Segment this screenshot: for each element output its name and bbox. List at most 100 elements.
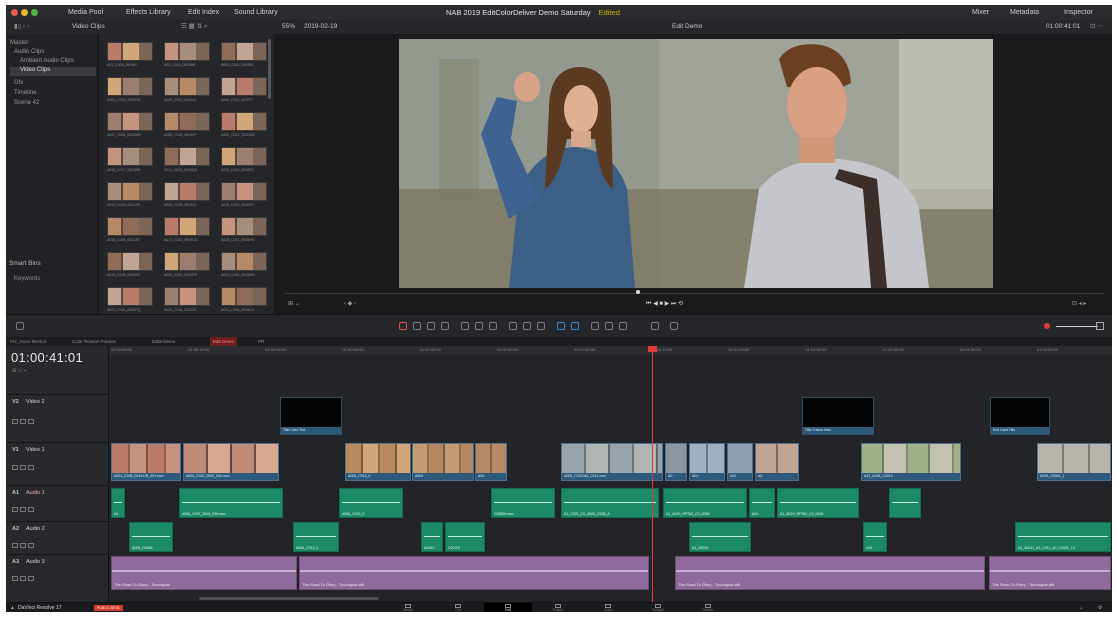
track-header-a3[interactable]: A3 Audio 3 [6, 554, 109, 594]
v1-clip[interactable]: A006_C013_0 [345, 443, 411, 481]
v1-clip[interactable]: A006_C021046_C011.mov [561, 443, 663, 481]
page-cut[interactable]: Cut [434, 603, 482, 612]
v1-clip[interactable]: A006 [412, 443, 474, 481]
clip-thumbnail[interactable] [221, 77, 267, 96]
pool-sort-icons[interactable]: ☰ ▦ ⇅ ⌕ [181, 20, 207, 34]
settings-gear-icon[interactable]: ⚙ [1098, 603, 1102, 612]
track-header-v1[interactable]: V1 Video 1 [6, 442, 109, 485]
viewer-scrub-handle[interactable] [636, 290, 640, 294]
clip-thumbnail[interactable] [107, 42, 153, 61]
insert-clip-icon[interactable] [461, 322, 469, 330]
bin-ambient-audio[interactable]: Ambient Audio Clips [20, 58, 74, 64]
snapping-icon[interactable] [509, 322, 517, 330]
v1-clip[interactable]: A006_C021_0520_006.mov [183, 443, 279, 481]
track-header-a2[interactable]: A2 Audio 2 [6, 521, 109, 554]
timeline-tab-edit-demo[interactable]: Edit Demo [210, 337, 238, 346]
a2-clip[interactable]: A04 [863, 522, 887, 552]
video-frame[interactable] [399, 39, 993, 288]
zoom-in-icon[interactable] [670, 322, 678, 330]
a2-clip[interactable]: C00 E5 [445, 522, 485, 552]
playhead[interactable] [652, 346, 653, 602]
a1-clip[interactable]: A1_A019_SPTA2_C0_0006 [777, 488, 859, 518]
maximize-window-icon[interactable] [31, 9, 38, 16]
a2-clip[interactable]: A006_C013_0 [293, 522, 339, 552]
viewer-scrub-bar[interactable] [284, 293, 1104, 294]
page-fusion[interactable]: Fusion [534, 603, 582, 612]
zoom-out-icon[interactable] [651, 322, 659, 330]
v1-clip[interactable]: A01 [727, 443, 753, 481]
page-fairlight[interactable]: Fairlight [634, 603, 682, 612]
blade-tool-icon[interactable] [441, 322, 449, 330]
inspector-tab[interactable]: Inspector [1064, 5, 1093, 20]
clip-thumbnail[interactable] [221, 182, 267, 201]
clip-thumbnail[interactable] [164, 182, 210, 201]
overwrite-clip-icon[interactable] [475, 322, 483, 330]
bin-video-clips[interactable]: Video Clips [10, 67, 96, 76]
bin-master[interactable]: Master [10, 40, 28, 46]
a1-clip[interactable]: A1_C021_C0_A006_C008_A [561, 488, 659, 518]
media-pool-scrollbar[interactable] [268, 39, 271, 99]
page-media[interactable]: Media [384, 603, 432, 612]
effects-library-tab[interactable]: Effects Library [126, 5, 171, 20]
v2-clip[interactable]: Title Card Text [280, 397, 342, 435]
clip-thumbnail[interactable] [164, 77, 210, 96]
bin-scene-42[interactable]: Scene 42 [14, 100, 39, 106]
clip-thumbnail[interactable] [107, 182, 153, 201]
dynamic-trim-icon[interactable] [427, 322, 435, 330]
viewer-layout-icon[interactable]: ⊞ ⌄ [288, 300, 300, 307]
clip-thumbnail[interactable] [164, 112, 210, 131]
flag-icon[interactable] [557, 322, 565, 330]
timeline-ruler[interactable]: 01:00:00:00 01:00:10:00 01:00:20:00 01:00:3… [109, 346, 1112, 355]
v1-clip[interactable]: A04 [475, 443, 507, 481]
v1-clip[interactable]: A0 [665, 443, 687, 481]
a2-clip[interactable]: A1_A0011_A0_C011_A0_C0001_13 [1015, 522, 1111, 552]
a1-clip[interactable]: C00500.mov [491, 488, 555, 518]
v1-clip[interactable]: A005_C0004_1 [1037, 443, 1111, 481]
linked-selection-icon[interactable] [523, 322, 531, 330]
smart-bins-header[interactable]: Smart Bins [9, 260, 41, 267]
a3-music-clip[interactable]: The Road To Glory - Tourniquet.aiff [989, 556, 1111, 590]
track-controls-v2[interactable] [12, 411, 42, 424]
a1-clip[interactable]: A1_A019_SPTA2_C0_0006 [663, 488, 747, 518]
bin-timeline[interactable]: Timeline [14, 90, 36, 96]
track-header-a1[interactable]: A1 Audio 1 [6, 485, 109, 521]
timeline-scrollbar[interactable] [199, 597, 379, 600]
clip-thumbnail[interactable] [164, 252, 210, 271]
trim-tool-icon[interactable] [413, 322, 421, 330]
minimize-window-icon[interactable] [21, 9, 28, 16]
viewer-jog-icon[interactable]: ‹ ◆ › [344, 300, 356, 307]
timeline-tab-pre-gone[interactable]: Pre_Gone Reshot [10, 337, 46, 346]
v2-clip[interactable]: Title Fusion Intro [802, 397, 874, 435]
current-bin-label[interactable]: Video Clips [72, 20, 105, 34]
zoom-detail-icon[interactable] [605, 322, 613, 330]
a1-clip[interactable]: A01 [749, 488, 775, 518]
timeline-tab-color-reason[interactable]: Color Reason Frames [72, 337, 116, 346]
marker-icon[interactable] [571, 322, 579, 330]
a1-clip[interactable]: A006_C007_0519_005.mov [179, 488, 283, 518]
v2-clip[interactable]: End Card Title [990, 397, 1050, 435]
transport-buttons[interactable]: ⏮ ◀ ■ ▶ ⏭ ⟲ [646, 300, 683, 308]
a3-music-clip[interactable]: The Road To Glory - Tourniquet.aiff [299, 556, 649, 590]
select-tool-icon[interactable] [399, 322, 407, 330]
bin-audio-clips[interactable]: Audio Clips [14, 49, 44, 55]
viewer-options-icon[interactable]: ⊡ ⋯ [1090, 20, 1104, 34]
v1-clip[interactable]: A01 [689, 443, 725, 481]
viewer-timeline-selector[interactable]: Edit Demo [672, 20, 702, 34]
track-controls-a3[interactable] [12, 568, 42, 581]
replace-clip-icon[interactable] [489, 322, 497, 330]
viewer-right-icons[interactable]: ⊡ ◂ ▸ [1072, 300, 1086, 307]
home-icon[interactable]: ⌂ [1080, 603, 1083, 612]
pool-view-icons[interactable]: ▮▯ ‹ › [14, 20, 29, 34]
track-header-v2[interactable]: V2 Video 2 [6, 394, 109, 442]
timeline-zoom-slider[interactable] [1056, 326, 1098, 327]
track-controls-v1[interactable] [12, 457, 42, 470]
timeline-tab-pr[interactable]: PR [258, 337, 264, 346]
timeline-name-label[interactable]: 2019-02-19 [304, 20, 337, 34]
mixer-tab[interactable]: Mixer [972, 5, 989, 20]
clip-thumbnail[interactable] [107, 252, 153, 271]
timeline-timecode[interactable]: 01:00:41:01 [11, 350, 83, 365]
page-deliver[interactable]: Deliver [684, 603, 732, 612]
a3-music-clip[interactable]: The Road To Glory - Tourniquet [111, 556, 297, 590]
clip-thumbnail[interactable] [107, 112, 153, 131]
page-color[interactable]: Color [584, 603, 632, 612]
